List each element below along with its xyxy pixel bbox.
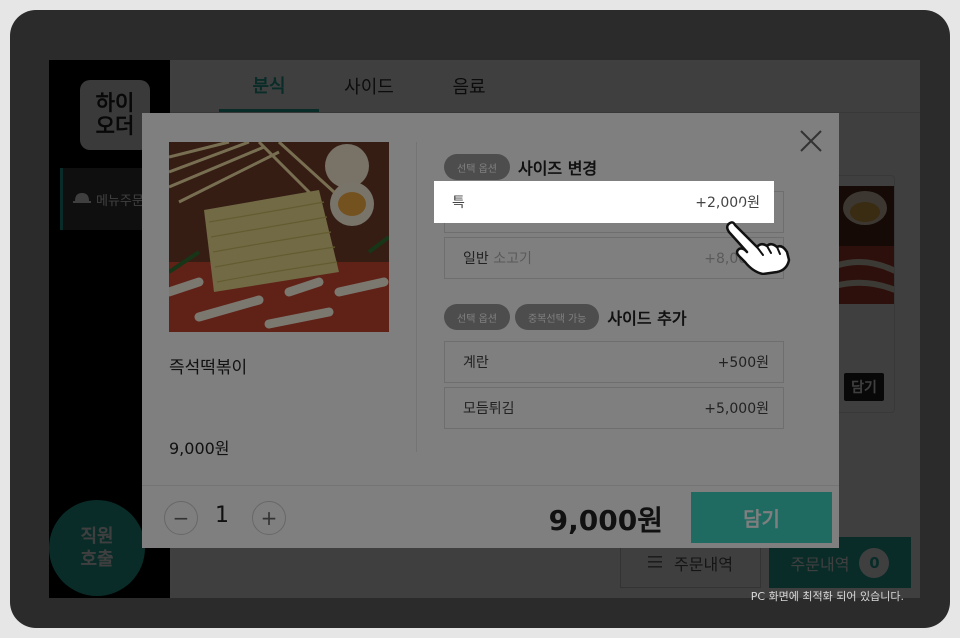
app-screen: 하이 오더 메뉴주문 직원 호출 분식 사이드 음료 xyxy=(49,60,920,598)
pointing-hand-icon xyxy=(715,202,791,275)
footnote: PC 화면에 최적화 되어 있습니다. xyxy=(750,590,904,603)
tablet-frame: 하이 오더 메뉴주문 직원 호출 분식 사이드 음료 xyxy=(10,10,950,628)
option-name: 특 xyxy=(452,195,465,211)
modal-dim-layer xyxy=(49,60,920,598)
